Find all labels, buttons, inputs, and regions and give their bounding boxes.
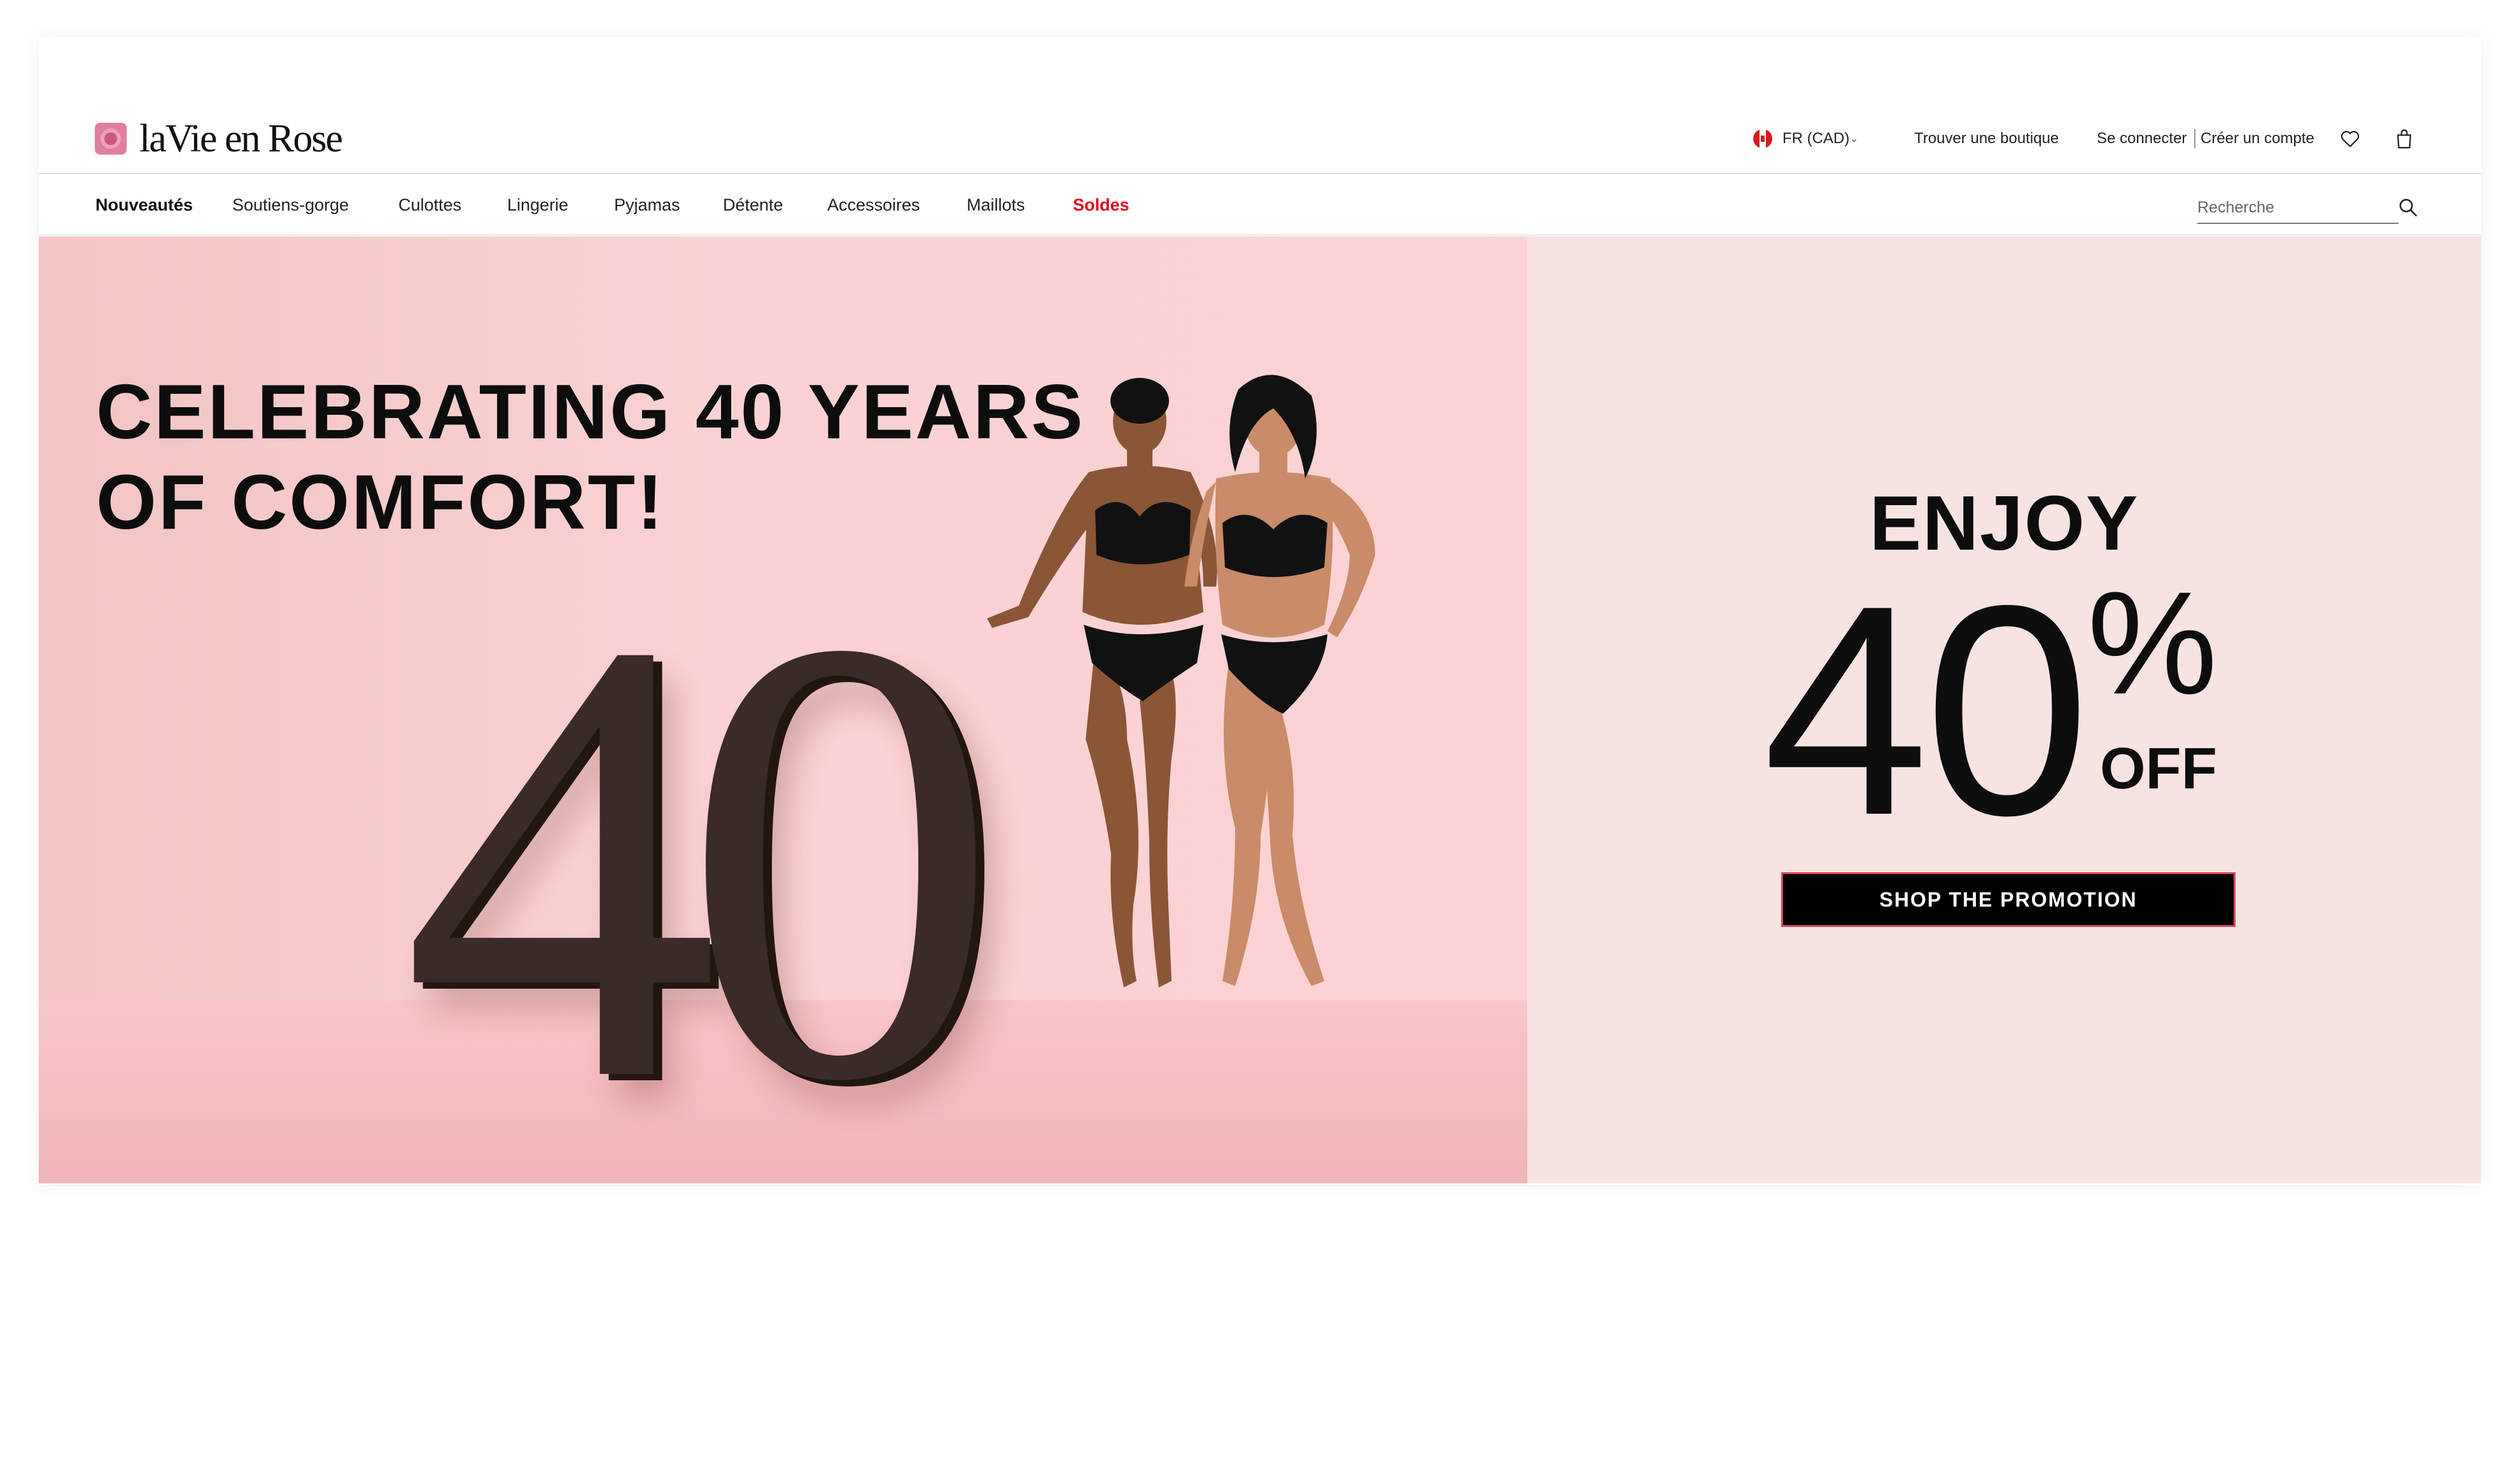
utility-bar: FR (CAD) ⌄ Trouver une boutique Se conne… (39, 120, 2419, 158)
search-input[interactable] (2197, 195, 2398, 224)
shopping-bag-icon[interactable] (2391, 120, 2417, 158)
nav-item-nouveautes[interactable]: Nouveautés (95, 176, 193, 234)
page-frame: laVie en Rose FR (CAD) ⌄ Trouver une bou… (39, 37, 2481, 1185)
promo-panel: ENJOY 40 % OFF SHOP THE PROMOTION (1527, 237, 2481, 1183)
create-account-link[interactable]: Créer un compte (2201, 120, 2314, 158)
nav-item-culottes[interactable]: Culottes (398, 176, 461, 234)
chevron-down-icon[interactable]: ⌄ (1850, 120, 1858, 158)
promo-discount-number: 40 (1763, 543, 2090, 877)
search-icon[interactable] (2395, 195, 2421, 220)
hero-headline-line1: CELEBRATING 40 YEARS (96, 368, 1085, 455)
promo-off-text: OFF (2100, 736, 2217, 801)
nav-item-maillots[interactable]: Maillots (967, 176, 1025, 234)
hero-headline-line2: OF COMFORT! (96, 459, 665, 545)
main-navigation: Nouveautés Soutiens-gorge Culottes Linge… (39, 176, 2481, 234)
login-link[interactable]: Se connecter (2097, 120, 2187, 158)
link-separator (2194, 129, 2195, 148)
canada-flag-icon[interactable] (1752, 120, 1774, 158)
nav-item-detente[interactable]: Détente (723, 176, 783, 234)
promo-percent-sign: % (2087, 561, 2218, 725)
nav-item-pyjamas[interactable]: Pyjamas (614, 176, 680, 234)
store-locator-link[interactable]: Trouver une boutique (1914, 120, 2059, 158)
nav-item-soutiens-gorge[interactable]: Soutiens-gorge (232, 176, 349, 234)
nav-item-accessoires[interactable]: Accessoires (827, 176, 920, 234)
nav-item-soldes[interactable]: Soldes (1073, 176, 1130, 234)
shop-promotion-button[interactable]: SHOP THE PROMOTION (1781, 872, 2236, 927)
heart-icon[interactable] (2337, 120, 2363, 158)
header-divider (39, 173, 2481, 174)
locale-selector[interactable]: FR (CAD) (1782, 120, 1849, 158)
hero-headline: CELEBRATING 40 YEARS OF COMFORT! (96, 366, 1114, 547)
hero-banner[interactable]: 40 CELEBRATING 40 YEARS OF COMFORT! (39, 237, 1527, 1183)
nav-item-lingerie[interactable]: Lingerie (507, 176, 568, 234)
